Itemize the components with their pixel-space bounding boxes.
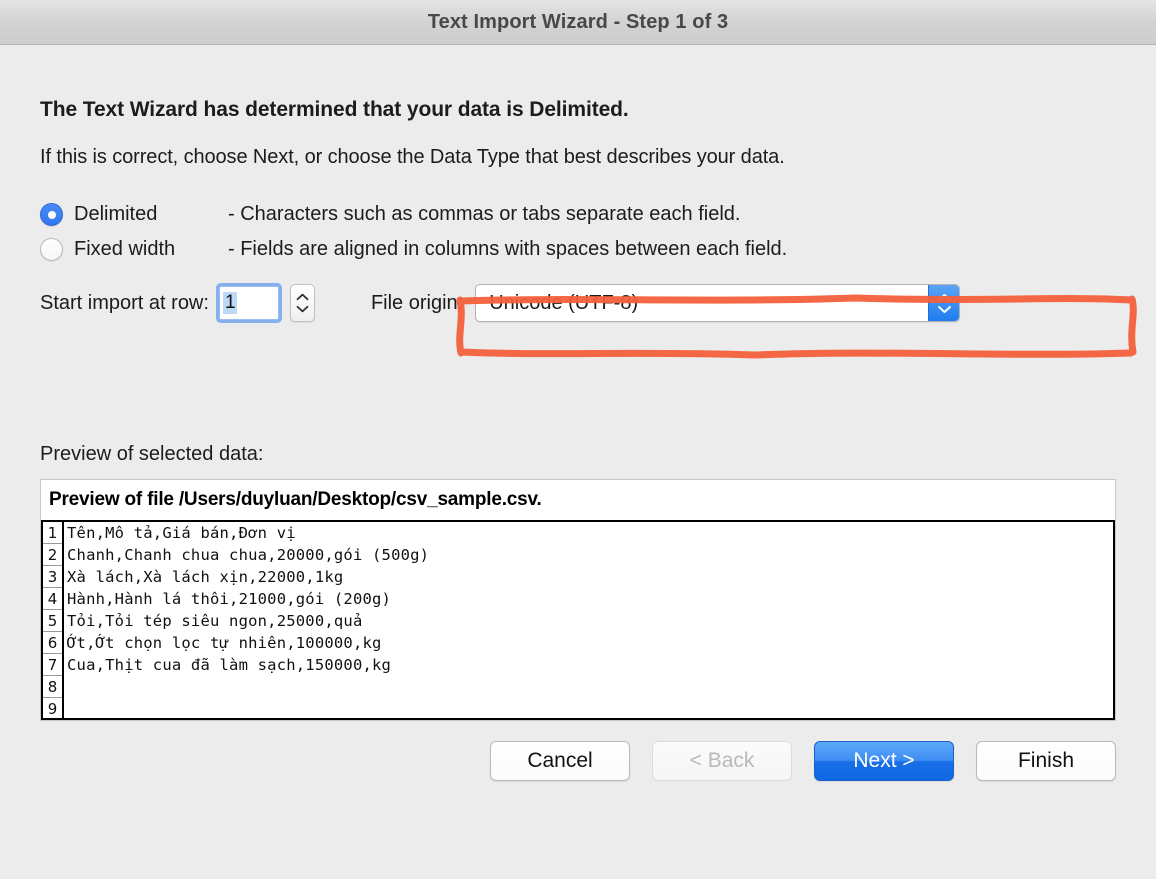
preview-line: Chanh,Chanh chua chua,20000,gói (500g) xyxy=(67,546,430,564)
chevron-down-icon xyxy=(937,305,951,313)
radio-delimited-icon[interactable] xyxy=(40,203,63,226)
preview-line: Hành,Hành lá thôi,21000,gói (200g) xyxy=(67,590,392,608)
preview-line-number: 2 xyxy=(43,544,62,566)
radio-fixed-width-icon[interactable] xyxy=(40,238,63,261)
preview-line-number: 9 xyxy=(43,698,62,718)
preview-section-label: Preview of selected data: xyxy=(40,443,264,465)
preview-line-number-gutter: 123456789 xyxy=(43,522,64,718)
preview-line-number: 7 xyxy=(43,654,62,676)
radio-option-fixed-width[interactable]: Fixed width - Fields are aligned in colu… xyxy=(40,232,1116,267)
next-button[interactable]: Next > xyxy=(814,741,954,781)
back-button: < Back xyxy=(652,741,792,781)
file-origin-stepper-icon[interactable] xyxy=(928,285,960,321)
radio-fixed-width-description: - Fields are aligned in columns with spa… xyxy=(228,238,788,260)
preview-line-number: 6 xyxy=(43,632,62,654)
start-import-row-input[interactable]: 1 xyxy=(218,286,279,320)
radio-delimited-description: - Characters such as commas or tabs sepa… xyxy=(228,203,741,225)
preview-line: Ớt,Ớt chọn lọc tự nhiên,100000,kg xyxy=(67,634,382,652)
start-row-stepper[interactable] xyxy=(289,284,315,322)
file-origin-value: Unicode (UTF-8) xyxy=(489,291,639,314)
radio-delimited-label: Delimited xyxy=(74,203,158,225)
preview-panel: Preview of file /Users/duyluan/Desktop/c… xyxy=(40,479,1116,721)
file-origin-group: File origin: Unicode (UTF-8) xyxy=(370,284,961,322)
radio-option-delimited[interactable]: Delimited - Characters such as commas or… xyxy=(40,197,1116,232)
chevron-up-icon xyxy=(937,293,951,301)
preview-line-number: 5 xyxy=(43,610,62,632)
radio-fixed-width-label: Fixed width xyxy=(74,238,176,260)
start-import-row-value: 1 xyxy=(222,292,237,314)
preview-line: Tỏi,Tỏi tép siêu ngon,25000,quả xyxy=(67,612,363,630)
preview-line-number: 4 xyxy=(43,588,62,610)
dialog-button-row: Cancel < Back Next > Finish xyxy=(40,741,1116,781)
finish-button[interactable]: Finish xyxy=(976,741,1116,781)
preview-line xyxy=(67,698,1113,718)
file-origin-select[interactable]: Unicode (UTF-8) xyxy=(475,284,961,322)
window-title: Text Import Wizard - Step 1 of 3 xyxy=(427,10,729,33)
preview-line: Tên,Mô tả,Giá bán,Đơn vị xyxy=(67,524,296,542)
preview-line-number: 3 xyxy=(43,566,62,588)
page-subtitle: If this is correct, choose Next, or choo… xyxy=(40,146,785,168)
import-options-row: Start import at row: 1 File origin: Unic… xyxy=(40,281,1116,325)
preview-line-number: 1 xyxy=(43,522,62,544)
file-origin-label: File origin: xyxy=(370,291,464,314)
page-title: The Text Wizard has determined that your… xyxy=(40,98,629,121)
chevron-down-icon xyxy=(296,305,309,313)
preview-line-list: Tên,Mô tả,Giá bán,Đơn vị Chanh,Chanh chua… xyxy=(64,522,1113,718)
cancel-button[interactable]: Cancel xyxy=(490,741,630,781)
preview-line xyxy=(67,676,1113,698)
window-titlebar: Text Import Wizard - Step 1 of 3 xyxy=(0,0,1156,45)
chevron-up-icon xyxy=(296,293,309,301)
start-import-row-label: Start import at row: xyxy=(40,291,209,314)
preview-line: Xà lách,Xà lách xịn,22000,1kg xyxy=(67,568,344,586)
data-type-radio-group: Delimited - Characters such as commas or… xyxy=(40,197,1116,267)
preview-file-header: Preview of file /Users/duyluan/Desktop/c… xyxy=(41,480,1115,520)
preview-data-grid[interactable]: 123456789 Tên,Mô tả,Giá bán,Đơn vị Chanh,… xyxy=(41,520,1115,720)
preview-line: Cua,Thịt cua đã làm sạch,150000,kg xyxy=(67,656,392,674)
preview-line-number: 8 xyxy=(43,676,62,698)
wizard-body: The Text Wizard has determined that your… xyxy=(0,45,1156,879)
